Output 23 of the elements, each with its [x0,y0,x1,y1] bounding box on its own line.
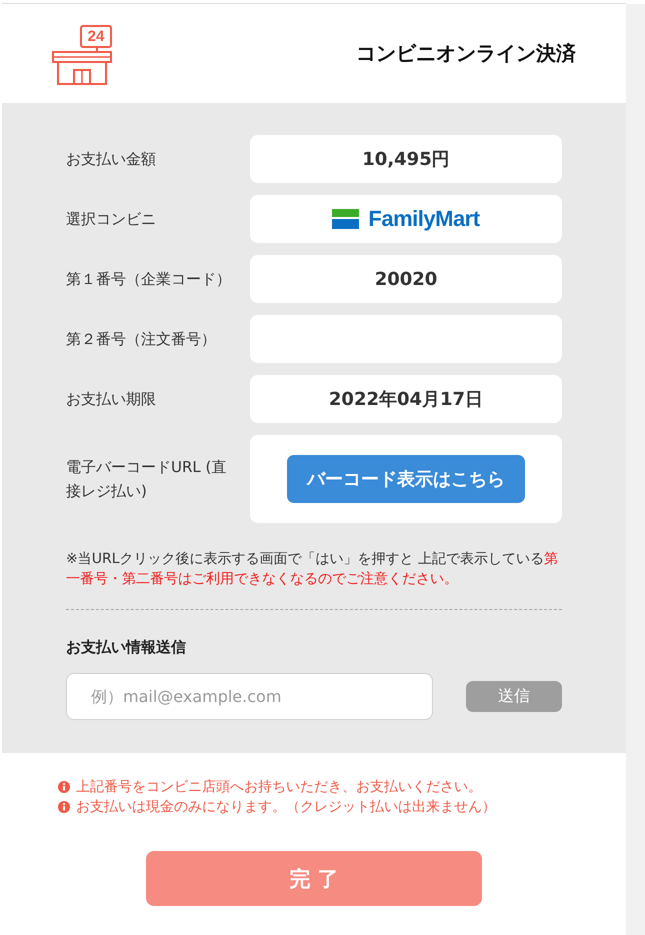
detail-label: お支払い期限 [66,389,157,410]
email-field[interactable]: 例）mail@example.com [66,673,433,720]
section-title: お支払い情報送信 [66,637,187,657]
detail-label: 選択コンビニ [66,209,157,230]
store-icon [52,48,112,84]
value-field: 20020 [250,255,562,303]
complete-button[interactable]: 完 了 [146,851,482,906]
detail-label: 第２番号（注文番号） [66,329,217,350]
stripes-icon [332,209,360,229]
store-logo-text: FamilyMart [368,206,480,232]
detail-label: お支払い金額 [66,149,157,170]
value-field: 10,495円 [250,135,562,183]
barcode-button[interactable]: バーコード表示はこちら [287,455,525,503]
value-field: 2022年04月17日 [250,375,562,423]
notice-text: お支払いは現金のみになります。（クレジット払いは出来ません） [76,798,496,817]
detail-label: 第１番号（企業コード） [66,269,232,290]
info-icon [58,781,70,793]
page-title: コンビニオンライン決済 [356,40,576,67]
notice-text: 上記番号をコンビニ店頭へお持ちいただき、お支払いください。 [76,778,482,797]
hours-sign: 24 [80,24,112,48]
info-icon [58,801,70,813]
notice-text: ※当URLクリック後に表示する画面で「はい」を押すと 上記で表示している第一番号・第二番号はご利用できなくなるのでご注意ください。 [66,550,559,589]
detail-label: 電子バーコードURL (直接レジ払い) [66,457,228,502]
